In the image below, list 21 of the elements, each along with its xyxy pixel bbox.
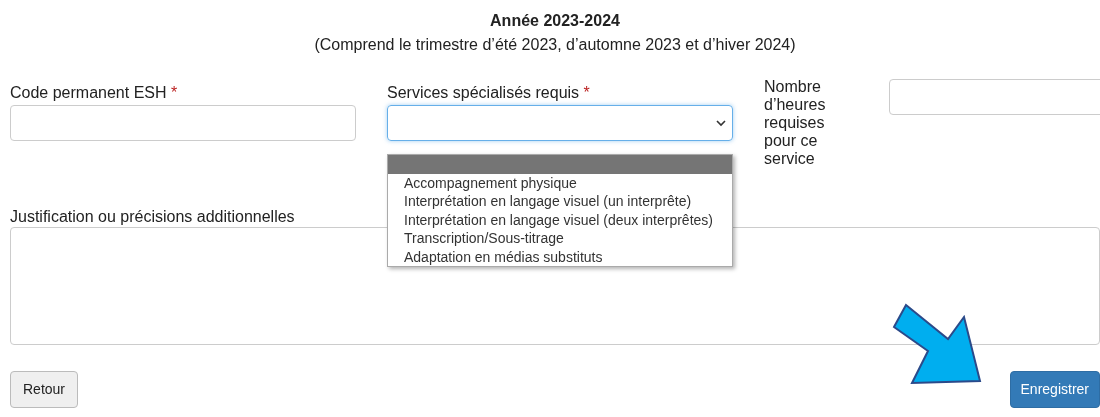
dropdown-option[interactable] [388, 155, 732, 174]
field-label: Code permanent ESH [10, 84, 167, 101]
save-button[interactable]: Enregistrer [1009, 371, 1100, 408]
field-label: Justification ou précisions additionnelles [10, 207, 295, 227]
arrow-icon [892, 303, 982, 385]
dropdown-option[interactable]: Adaptation en médias substituts [388, 247, 732, 266]
required-mark: * [583, 84, 590, 101]
dropdown-field[interactable] [387, 105, 733, 141]
dropdown-option[interactable]: Interprétation en langage visuel (deux interprêtes) [388, 210, 732, 229]
chevron-down-icon [716, 119, 726, 127]
dropdown-option[interactable]: Accompagnement physique [388, 173, 732, 192]
dropdown-option[interactable]: Transcription/Sous-titrage [388, 229, 732, 248]
required-mark: * [171, 84, 178, 101]
field-label: Services spécialisés requis [387, 84, 580, 101]
field-label: Nombre d’heures requises pour ce service [764, 78, 827, 169]
input-field[interactable] [889, 79, 1100, 115]
dropdown-option[interactable]: Interprétation en langage visuel (un interprête) [388, 192, 732, 211]
back-button[interactable]: Retour [10, 371, 79, 408]
page-subtitle: (Comprend le trimestre d’été 2023, d’automne 2023 et d’hiver 2024) [313, 35, 797, 55]
page-title: Année 2023-2024 [489, 11, 621, 31]
input-field[interactable] [10, 105, 356, 141]
